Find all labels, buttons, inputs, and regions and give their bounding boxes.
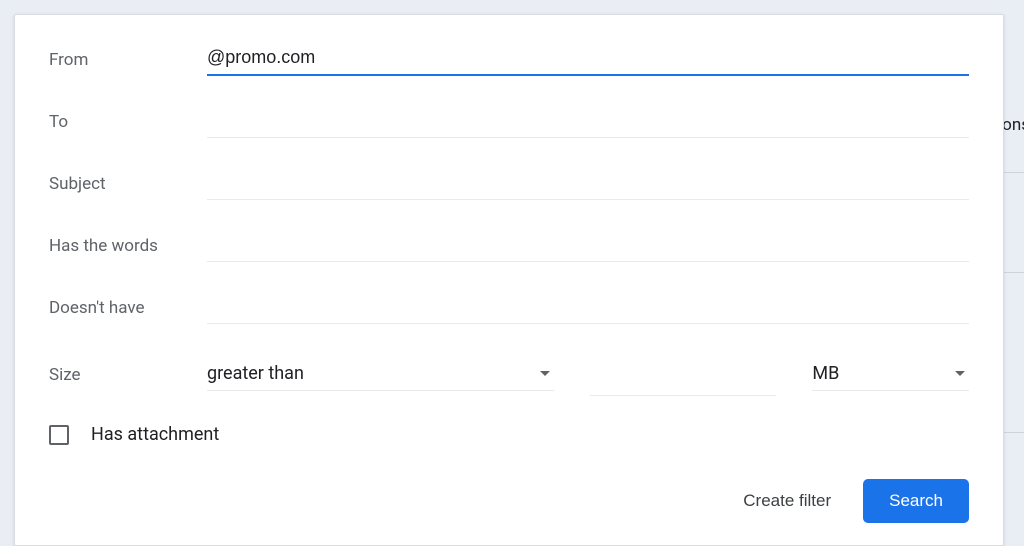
size-unit-value: MB: [812, 363, 955, 384]
background-divider: [1004, 272, 1024, 273]
background-divider: [1004, 432, 1024, 433]
subject-row: Subject: [49, 168, 969, 200]
from-input[interactable]: [207, 43, 969, 76]
has-words-row: Has the words: [49, 230, 969, 262]
subject-label: Subject: [49, 174, 207, 194]
size-row: Size greater than MB: [49, 354, 969, 396]
create-filter-button[interactable]: Create filter: [743, 491, 831, 511]
doesnt-have-input[interactable]: [207, 292, 969, 324]
actions-row: Create filter Search: [49, 479, 969, 523]
has-words-input[interactable]: [207, 230, 969, 262]
has-attachment-checkbox[interactable]: [49, 425, 69, 445]
to-label: To: [49, 112, 207, 132]
size-label: Size: [49, 365, 207, 385]
size-comparator-value: greater than: [207, 363, 540, 384]
size-amount-input[interactable]: [590, 358, 776, 389]
from-row: From: [49, 43, 969, 76]
search-button[interactable]: Search: [863, 479, 969, 523]
subject-input[interactable]: [207, 168, 969, 200]
doesnt-have-label: Doesn't have: [49, 298, 207, 318]
background-divider: [1004, 172, 1024, 173]
to-row: To: [49, 106, 969, 138]
has-attachment-row: Has attachment: [49, 424, 969, 445]
doesnt-have-row: Doesn't have: [49, 292, 969, 324]
size-unit-select[interactable]: MB: [812, 359, 969, 391]
chevron-down-icon: [540, 371, 550, 376]
background-partial-text: ons: [1002, 115, 1024, 135]
from-label: From: [49, 50, 207, 70]
search-filter-panel: From To Subject Has the words Doesn't ha…: [14, 14, 1004, 546]
from-input-wrap: [207, 43, 969, 76]
size-amount-input-wrap: [590, 354, 776, 396]
to-input[interactable]: [207, 106, 969, 138]
has-words-label: Has the words: [49, 236, 207, 256]
has-attachment-label: Has attachment: [91, 424, 219, 445]
size-comparator-select[interactable]: greater than: [207, 359, 554, 391]
chevron-down-icon: [955, 371, 965, 376]
